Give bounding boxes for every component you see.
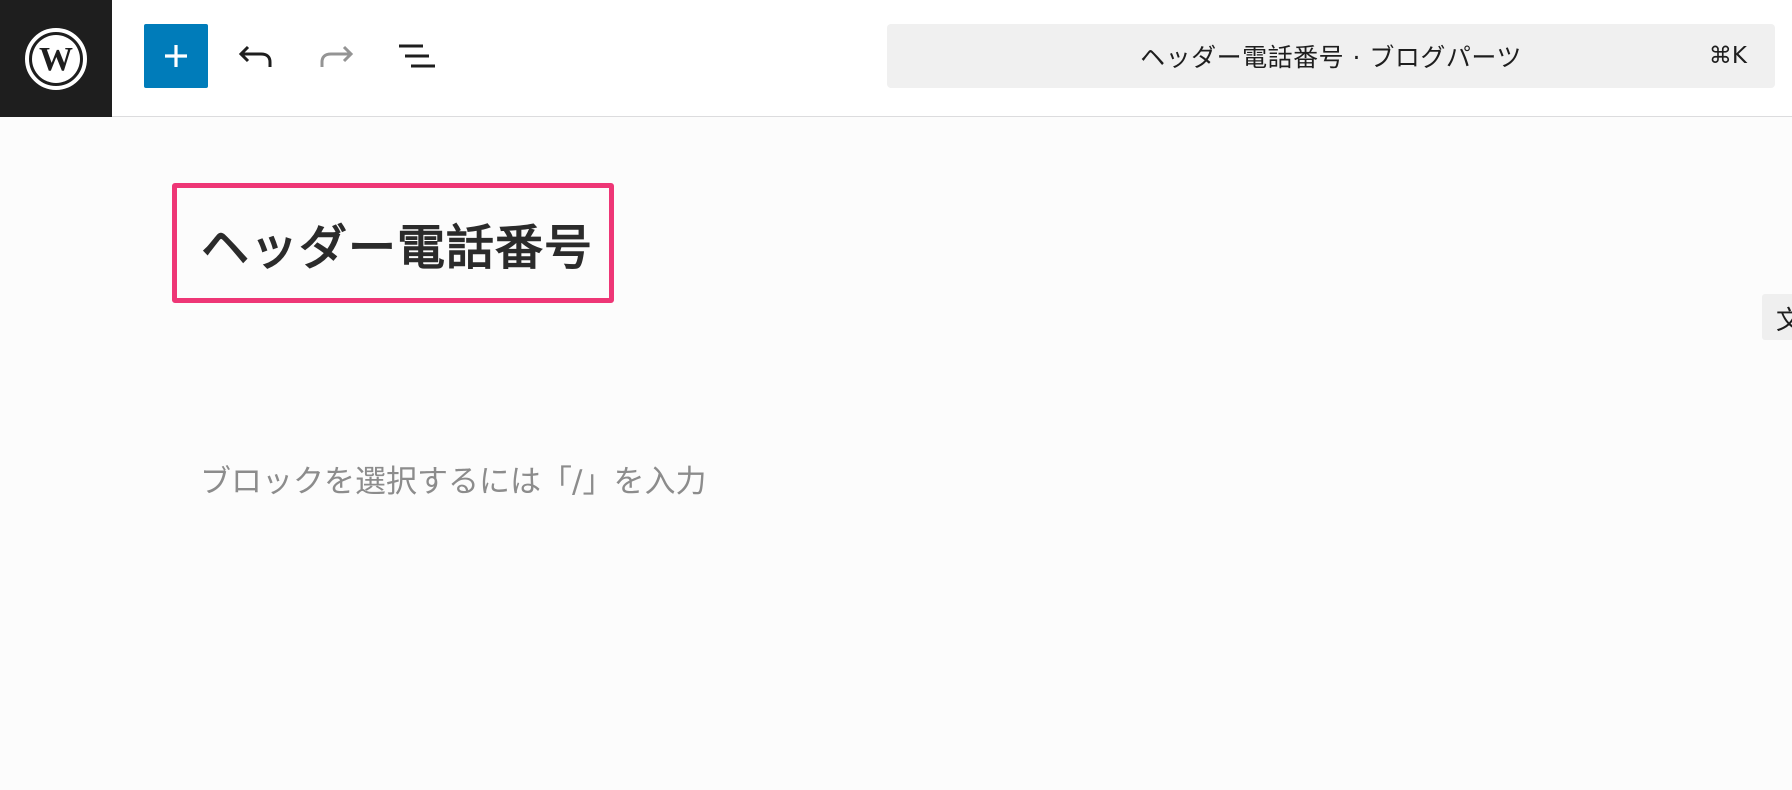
editor-canvas: ヘッダー電話番号 ブロックを選択するには「/」を入力 文 (0, 118, 1792, 790)
svg-text:W: W (39, 41, 73, 78)
list-view-icon (399, 44, 435, 68)
editor-toolbar: W ヘッダー電話番号 · ブログパーツ ⌘K (0, 0, 1792, 117)
plus-icon (165, 45, 187, 67)
block-appender-placeholder[interactable]: ブロックを選択するには「/」を入力 (200, 456, 706, 501)
side-tab[interactable]: 文 (1762, 294, 1792, 340)
wordpress-logo-icon: W (25, 27, 87, 90)
document-title: ヘッダー電話番号 · ブログパーツ (1140, 43, 1522, 72)
heading-text[interactable]: ヘッダー電話番号 (201, 208, 593, 278)
command-palette-button[interactable]: ヘッダー電話番号 · ブログパーツ ⌘K (887, 24, 1775, 88)
heading-block[interactable]: ヘッダー電話番号 (172, 183, 614, 303)
undo-button[interactable] (224, 24, 288, 88)
redo-button[interactable] (304, 24, 368, 88)
side-tab-label: 文 (1776, 306, 1792, 336)
list-view-button[interactable] (384, 24, 448, 88)
add-block-button[interactable] (144, 24, 208, 88)
undo-arrow-icon (238, 45, 272, 67)
wordpress-logo-button[interactable]: W (0, 0, 112, 117)
redo-arrow-icon (320, 45, 354, 67)
keyboard-shortcut-hint: ⌘K (1708, 43, 1747, 69)
